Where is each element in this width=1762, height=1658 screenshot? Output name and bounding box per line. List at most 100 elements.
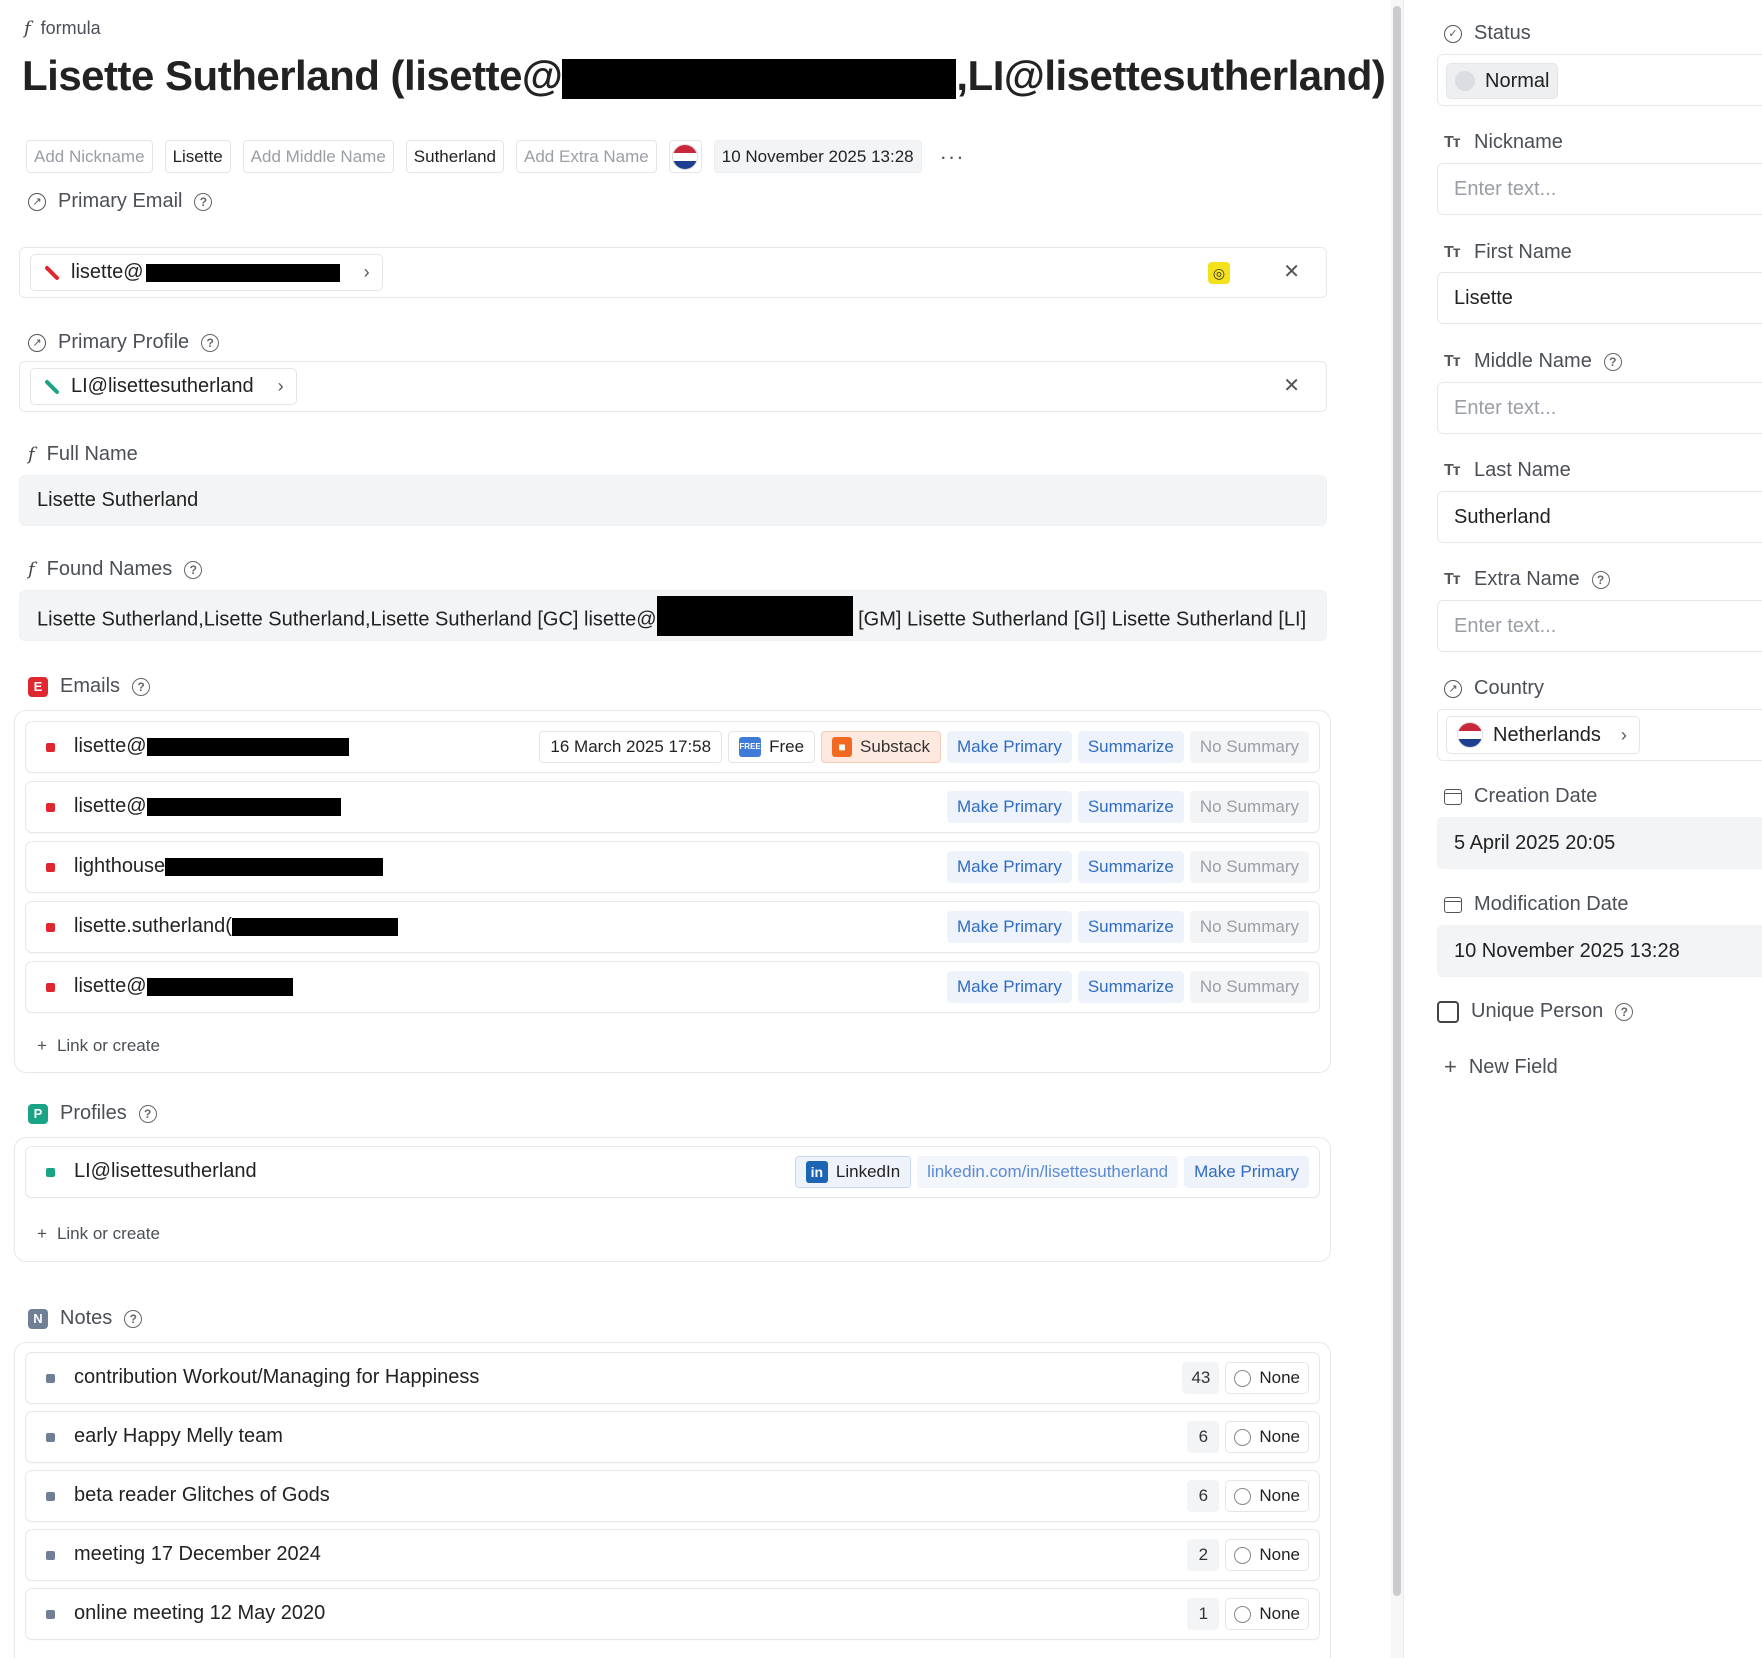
add-middle-name-chip[interactable]: Add Middle Name: [242, 140, 394, 173]
summarize-button[interactable]: Summarize: [1077, 911, 1184, 943]
list-item[interactable]: online meeting 12 May 2020 1 None: [25, 1588, 1320, 1640]
record-main-panel: f formula Lisette Sutherland (lisette@ ,L…: [0, 0, 1390, 1658]
note-title: meeting 17 December 2024: [74, 1543, 321, 1565]
help-icon[interactable]: ?: [132, 677, 151, 696]
list-item[interactable]: lighthouse Make Primary Summarize No Sum…: [25, 841, 1320, 893]
list-item[interactable]: contribution Workout/Managing for Happin…: [25, 1352, 1320, 1404]
target-icon[interactable]: ◎: [1208, 262, 1230, 284]
email-actions: Make Primary Summarize No Summary: [946, 851, 1309, 883]
more-options-icon[interactable]: ···: [940, 144, 965, 170]
help-icon[interactable]: ?: [1615, 1002, 1634, 1021]
country-label: ↗ Country: [1444, 677, 1544, 700]
relation-arrow-icon: ↗: [28, 333, 46, 352]
emails-link-or-create-button[interactable]: + Link or create: [37, 1036, 160, 1056]
main-scrollbar[interactable]: [1391, 0, 1403, 1658]
summarize-button[interactable]: Summarize: [1077, 731, 1184, 763]
new-field-button[interactable]: + New Field: [1444, 1054, 1558, 1080]
empty-circle-icon: [1234, 1605, 1252, 1623]
profiles-link-or-create-button[interactable]: + Link or create: [37, 1224, 160, 1244]
summarize-button[interactable]: Summarize: [1077, 851, 1184, 883]
primary-profile-label: ↗ Primary Profile ?: [28, 331, 220, 354]
add-extra-name-chip[interactable]: Add Extra Name: [516, 140, 657, 173]
country-tag[interactable]: Netherlands ›: [1446, 716, 1640, 754]
make-primary-button[interactable]: Make Primary: [946, 911, 1072, 943]
status-badge[interactable]: Normal: [1446, 63, 1559, 99]
help-icon[interactable]: ?: [184, 560, 203, 579]
help-icon[interactable]: ?: [1591, 570, 1610, 589]
add-nickname-chip[interactable]: Add Nickname: [26, 140, 153, 173]
status-value: Normal: [1485, 69, 1550, 92]
make-primary-button[interactable]: Make Primary: [946, 731, 1072, 763]
make-primary-button[interactable]: Make Primary: [946, 791, 1072, 823]
help-icon[interactable]: ?: [138, 1104, 157, 1123]
first-name-value: Lisette: [1454, 287, 1513, 309]
empty-circle-icon: [1234, 1369, 1252, 1387]
list-item[interactable]: beta reader Glitches of Gods 6 None: [25, 1470, 1320, 1522]
clear-icon[interactable]: ✕: [1283, 259, 1300, 284]
last-name-chip[interactable]: Sutherland: [405, 140, 505, 173]
creation-date-field: 5 April 2025 20:05: [1437, 817, 1762, 869]
help-icon[interactable]: ?: [1603, 352, 1622, 371]
help-icon[interactable]: ?: [124, 1309, 143, 1328]
list-item[interactable]: lisette@ 16 March 2025 17:58 FREE Free ■ S…: [25, 721, 1320, 773]
note-count: 6: [1187, 1421, 1220, 1453]
first-name-label: Tт First Name: [1444, 241, 1572, 264]
make-primary-button[interactable]: Make Primary: [946, 971, 1072, 1003]
note-bullet: [46, 1492, 55, 1501]
unique-person-row[interactable]: Unique Person ?: [1437, 1000, 1634, 1023]
text-type-icon: Tт: [1444, 352, 1461, 370]
list-item[interactable]: LI@lisettesutherland in LinkedIn linkedin…: [25, 1146, 1320, 1198]
profiles-badge: P: [28, 1103, 48, 1124]
profiles-list: LI@lisettesutherland in LinkedIn linkedin…: [14, 1137, 1331, 1262]
clear-icon[interactable]: ✕: [1283, 373, 1300, 398]
primary-profile-tag[interactable]: LI@lisettesutherland ›: [30, 368, 297, 405]
full-name-label-text: Full Name: [46, 443, 138, 465]
help-icon[interactable]: ?: [201, 333, 220, 352]
note-status-select[interactable]: None: [1225, 1598, 1309, 1630]
modification-date-value: 10 November 2025 13:28: [1454, 940, 1680, 962]
modified-date-chip[interactable]: 10 November 2025 13:28: [713, 140, 922, 173]
list-item[interactable]: meeting 17 December 2024 2 None: [25, 1529, 1320, 1581]
status-field[interactable]: Normal: [1437, 54, 1762, 106]
unique-person-checkbox[interactable]: [1437, 1000, 1459, 1023]
last-name-input[interactable]: Sutherland: [1437, 491, 1762, 543]
substack-icon: ■: [832, 737, 853, 757]
no-summary-badge: No Summary: [1189, 971, 1309, 1003]
note-bullet: [46, 1374, 55, 1383]
first-name-input[interactable]: Lisette: [1437, 272, 1762, 324]
nickname-input[interactable]: Enter text...: [1437, 163, 1762, 215]
note-status-select[interactable]: None: [1225, 1539, 1309, 1571]
profile-url-link[interactable]: linkedin.com/in/lisettesutherland: [917, 1156, 1179, 1188]
scrollbar-thumb[interactable]: [1393, 6, 1401, 1596]
primary-email-field[interactable]: lisette@ › ◎ ✕: [19, 247, 1327, 298]
primary-profile-value: LI@lisettesutherland: [71, 375, 254, 397]
last-name-value: Sutherland: [1454, 506, 1551, 528]
note-status-select[interactable]: None: [1225, 1362, 1309, 1394]
primary-profile-field[interactable]: LI@lisettesutherland › ✕: [19, 361, 1327, 412]
full-name-value: Lisette Sutherland: [37, 489, 199, 511]
email-type-icon: [44, 264, 60, 281]
email-address-text: lisette@: [74, 795, 147, 817]
status-label: ✓ Status: [1444, 22, 1531, 45]
primary-email-tag[interactable]: lisette@ ›: [30, 254, 383, 291]
note-status-select[interactable]: None: [1225, 1421, 1309, 1453]
country-field[interactable]: Netherlands ›: [1437, 709, 1762, 761]
list-item[interactable]: early Happy Melly team 6 None: [25, 1411, 1320, 1463]
help-icon[interactable]: ?: [194, 192, 213, 211]
summarize-button[interactable]: Summarize: [1077, 971, 1184, 1003]
list-item[interactable]: lisette@ Make Primary Summarize No Summa…: [25, 781, 1320, 833]
redaction-block: [146, 977, 293, 996]
first-name-chip[interactable]: Lisette: [164, 140, 231, 173]
make-primary-button[interactable]: Make Primary: [946, 851, 1072, 883]
note-status-select[interactable]: None: [1225, 1480, 1309, 1512]
note-meta: 2 None: [1187, 1539, 1309, 1571]
extra-name-input[interactable]: Enter text...: [1437, 600, 1762, 652]
make-primary-button[interactable]: Make Primary: [1184, 1156, 1309, 1188]
email-address: lisette@: [74, 735, 349, 758]
list-item[interactable]: lisette.sutherland( Make Primary Summari…: [25, 901, 1320, 953]
summarize-button[interactable]: Summarize: [1077, 791, 1184, 823]
primary-email-label: ↗ Primary Email ?: [28, 190, 213, 213]
country-flag-chip[interactable]: [668, 140, 702, 173]
middle-name-input[interactable]: Enter text...: [1437, 382, 1762, 434]
list-item[interactable]: lisette@ Make Primary Summarize No Summa…: [25, 961, 1320, 1013]
